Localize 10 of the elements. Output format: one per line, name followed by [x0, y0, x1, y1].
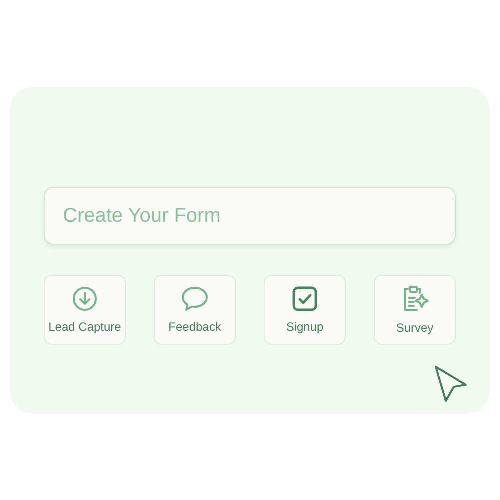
clipboard-icon [401, 285, 429, 313]
download-icon [72, 286, 98, 312]
form-name-field[interactable]: Create Your Form [44, 187, 456, 245]
cursor-icon [434, 365, 468, 403]
template-button[interactable]: Signup [264, 275, 346, 345]
checkbox-icon [292, 286, 318, 312]
template-button[interactable]: Feedback [154, 275, 236, 345]
template-button[interactable]: Survey [374, 275, 456, 345]
template-button[interactable]: Lead Capture [44, 275, 126, 345]
speech-bubble-icon [181, 286, 209, 312]
